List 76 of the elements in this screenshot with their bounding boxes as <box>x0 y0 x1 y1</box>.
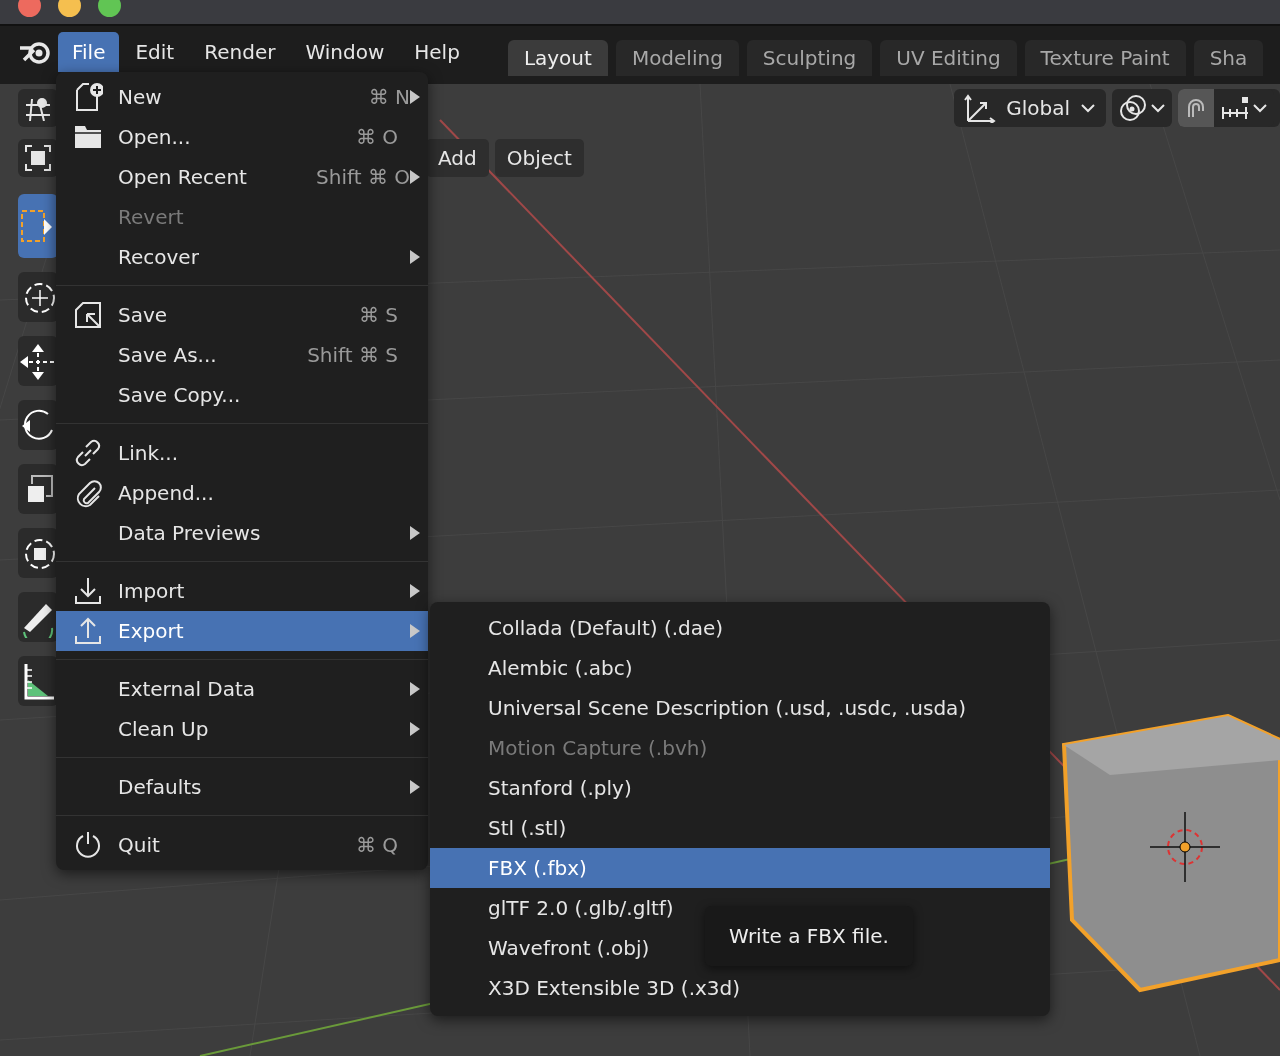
submenu-arrow-icon <box>410 780 420 794</box>
chevron-down-icon <box>1150 103 1166 113</box>
linked-circles-icon <box>1118 93 1148 123</box>
submenu-arrow-icon <box>410 584 420 598</box>
transform-orientation-dropdown[interactable]: Global <box>954 89 1106 127</box>
shortcut-label: ⌘ O <box>355 125 398 149</box>
menu-option[interactable]: Append... <box>56 473 428 513</box>
menu-option[interactable]: Save ⌘ S <box>56 295 428 335</box>
header-menu[interactable]: Add <box>426 139 489 177</box>
shortcut-label: ⌘ Q <box>355 833 398 857</box>
menu-option[interactable]: Alembic (.abc) <box>430 648 645 688</box>
menu-option[interactable]: Collada (Default) (.dae) <box>430 608 736 648</box>
tooltip: Write a FBX file. <box>705 906 913 966</box>
menu-option[interactable]: Open Recent Shift ⌘ O <box>56 157 428 197</box>
import-arrow-icon <box>73 576 103 606</box>
ruler-icon <box>1220 95 1250 121</box>
menu-option[interactable]: Open... ⌘ O <box>56 117 428 157</box>
frame-square-icon[interactable] <box>24 144 52 172</box>
menu-option[interactable]: External Data <box>56 669 428 709</box>
menu-item[interactable]: Window <box>291 32 399 72</box>
axes-icon <box>964 93 997 123</box>
menu-item[interactable]: Help <box>400 32 474 72</box>
shortcut-label: ⌘ N <box>368 85 410 109</box>
submenu-arrow-icon <box>410 722 420 736</box>
chevron-down-icon <box>1080 103 1096 113</box>
workspace-tab[interactable]: Texture Paint <box>1024 40 1186 76</box>
submenu-arrow-icon <box>410 682 420 696</box>
menu-option[interactable]: X3D Extensible 3D (.x3d) <box>430 968 753 1008</box>
save-icon <box>73 300 103 330</box>
menu-option[interactable]: New ⌘ N <box>56 77 428 117</box>
header-menu[interactable]: Object <box>494 139 584 177</box>
shortcut-label: Shift ⌘ O <box>316 165 410 189</box>
menu-option[interactable]: Clean Up <box>56 709 428 749</box>
view-toggle-button[interactable] <box>18 139 58 177</box>
menu-item[interactable]: Edit <box>121 32 189 72</box>
submenu-arrow-icon <box>410 250 420 264</box>
menu-option[interactable]: Stl (.stl) <box>430 808 579 848</box>
menu-item[interactable]: Render <box>190 32 290 72</box>
menu-option[interactable]: Universal Scene Description (.usd, .usdc, .usda) <box>430 688 979 728</box>
menu-option[interactable]: Defaults <box>56 767 428 807</box>
menu-option[interactable]: Export <box>56 611 428 651</box>
workspace-tab[interactable]: Layout <box>507 40 608 76</box>
chevron-down-icon <box>1252 103 1268 113</box>
menu-option[interactable]: glTF 2.0 (.glb/.gltf) <box>430 888 686 928</box>
zoom-window-button[interactable] <box>98 0 121 17</box>
menu-option[interactable]: Wavefront (.obj) <box>430 928 662 968</box>
submenu-arrow-icon <box>410 526 420 540</box>
menu-item[interactable]: File <box>58 32 120 72</box>
new-file-icon <box>73 82 103 112</box>
menu-option[interactable]: Quit ⌘ Q <box>56 825 428 865</box>
workspace-tab[interactable]: Modeling <box>615 40 739 76</box>
shortcut-label: ⌘ S <box>358 303 398 327</box>
pivot-point-dropdown[interactable] <box>1112 89 1172 127</box>
menu-option[interactable]: Import <box>56 571 428 611</box>
submenu-arrow-icon <box>410 624 420 638</box>
submenu-arrow-icon <box>410 90 420 104</box>
menu-option[interactable]: Stanford (.ply) <box>430 768 644 808</box>
snap-toggle-button[interactable] <box>1178 89 1214 127</box>
close-window-button[interactable] <box>18 0 41 17</box>
workspace-tab[interactable]: Sculpting <box>746 40 873 76</box>
minimize-window-button[interactable] <box>58 0 81 17</box>
menu-option[interactable]: FBX (.fbx) <box>430 848 1050 888</box>
menu-option[interactable]: Data Previews <box>56 513 428 553</box>
export-arrow-icon <box>73 616 103 646</box>
power-icon <box>73 830 103 860</box>
link-icon <box>73 438 103 468</box>
menu-option[interactable]: Recover <box>56 237 428 277</box>
submenu-arrow-icon <box>410 170 420 184</box>
menu-option[interactable]: Link... <box>56 433 428 473</box>
workspace-tab[interactable]: UV Editing <box>880 40 1017 76</box>
editor-type-button[interactable] <box>18 89 58 127</box>
workspace-tab[interactable]: Sha <box>1193 40 1264 76</box>
shortcut-label: Shift ⌘ S <box>307 343 398 367</box>
menu-option[interactable]: Save As... Shift ⌘ S <box>56 335 428 375</box>
grid-sphere-icon[interactable] <box>24 95 52 121</box>
menu-option[interactable]: Save Copy... <box>56 375 428 415</box>
